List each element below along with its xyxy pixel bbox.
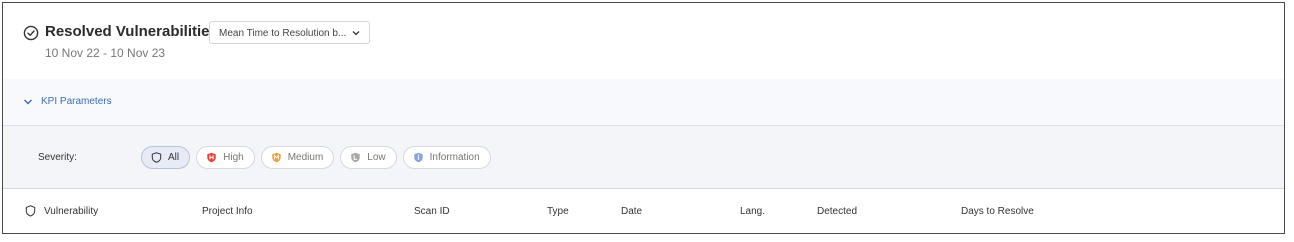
resolved-vulnerabilities-panel: Resolved Vulnerabilities Mean Time to Re… — [2, 2, 1285, 234]
severity-chip-all[interactable]: All — [141, 146, 191, 169]
check-circle-icon — [23, 25, 39, 41]
shield-medium-icon — [271, 152, 281, 163]
severity-filter: Severity: All High Medium Low Informatio… — [3, 126, 1284, 189]
table-header: Vulnerability Project Info Scan ID Type … — [3, 189, 1284, 233]
shield-high-icon — [207, 152, 216, 163]
severity-chips: All High Medium Low Information — [141, 146, 497, 169]
panel-header: Resolved Vulnerabilities Mean Time to Re… — [3, 3, 1284, 79]
metric-dropdown[interactable]: Mean Time to Resolution b... — [209, 21, 370, 44]
severity-chip-information[interactable]: Information — [402, 146, 491, 169]
severity-chip-medium[interactable]: Medium — [260, 146, 335, 169]
chip-label: Information — [429, 152, 480, 163]
shield-info-icon — [413, 152, 423, 163]
severity-chip-low[interactable]: Low — [340, 146, 397, 169]
page-title: Resolved Vulnerabilities — [45, 23, 218, 40]
column-header-vulnerability[interactable]: Vulnerability — [44, 206, 98, 217]
kpi-parameters-label: KPI Parameters — [41, 96, 112, 107]
chip-label: All — [168, 152, 180, 163]
severity-label: Severity: — [38, 152, 77, 163]
column-header-detected[interactable]: Detected — [817, 206, 857, 217]
column-header-days-to-resolve[interactable]: Days to Resolve — [961, 206, 1034, 217]
metric-dropdown-label: Mean Time to Resolution b... — [219, 28, 347, 39]
column-header-lang[interactable]: Lang. — [740, 206, 765, 217]
shield-outline-icon — [151, 152, 162, 163]
kpi-parameters-bar: KPI Parameters — [3, 79, 1284, 126]
column-header-project-info[interactable]: Project Info — [202, 206, 253, 217]
date-range: 10 Nov 22 - 10 Nov 23 — [45, 46, 166, 60]
severity-chip-high[interactable]: High — [196, 146, 255, 169]
chip-label: Medium — [287, 152, 324, 163]
chip-label: High — [223, 152, 244, 163]
column-header-scan-id[interactable]: Scan ID — [414, 206, 450, 217]
chevron-down-icon — [24, 99, 32, 104]
chevron-down-icon — [352, 31, 360, 36]
shield-low-icon — [351, 152, 360, 163]
chip-label: Low — [367, 152, 386, 163]
shield-outline-icon — [25, 205, 36, 217]
kpi-parameters-toggle[interactable]: KPI Parameters — [23, 96, 112, 107]
column-header-date[interactable]: Date — [621, 206, 642, 217]
column-header-type[interactable]: Type — [547, 206, 569, 217]
